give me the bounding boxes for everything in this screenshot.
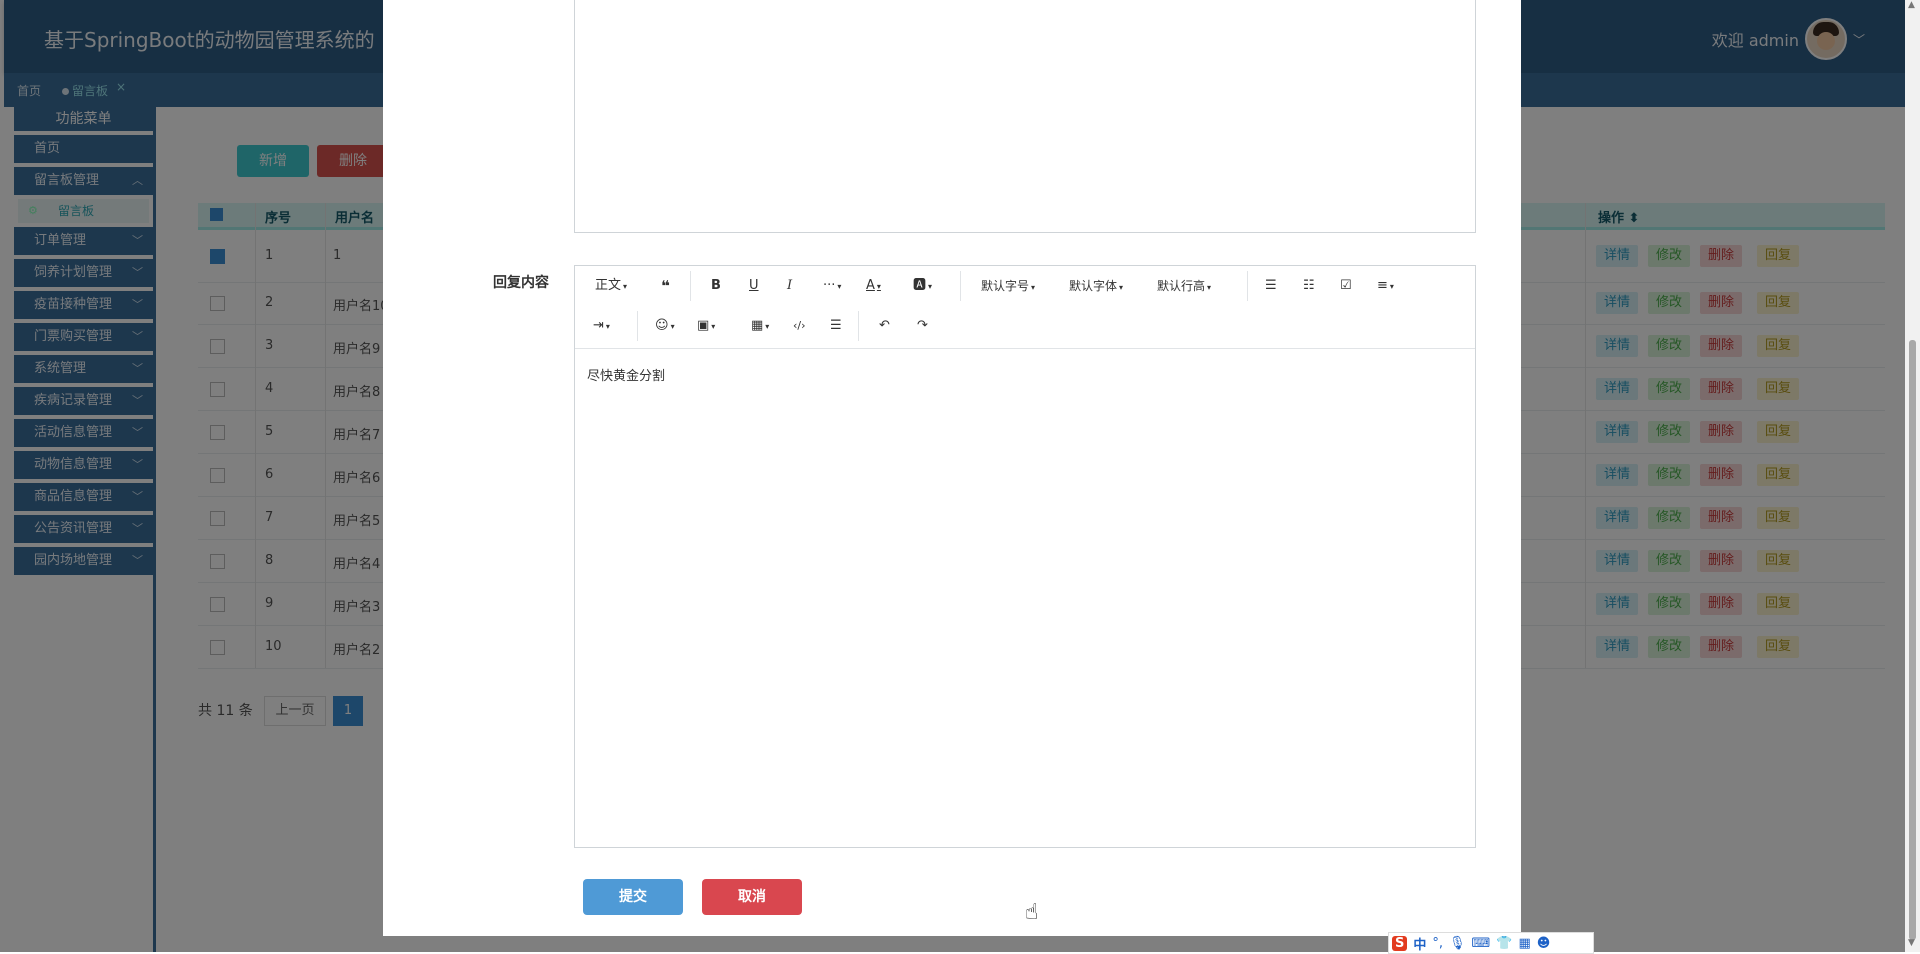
ime-logo-icon[interactable]: S bbox=[1392, 935, 1408, 951]
editor-toolbar: 正文 ▾ ❝ B U I ··· ▾ A ▾ 🅰 ▾ 默认字号 ▾ 默认字体 ▾ 默认行高 ▾… bbox=[575, 266, 1475, 349]
underline-icon[interactable]: U bbox=[749, 274, 759, 298]
scroll-down-icon[interactable]: ▼ bbox=[1908, 938, 1915, 948]
italic-icon[interactable]: I bbox=[787, 274, 792, 298]
caret-down-icon: ▾ bbox=[1119, 283, 1124, 292]
rich-text-editor[interactable]: 正文 ▾ ❝ B U I ··· ▾ A ▾ 🅰 ▾ 默认字号 ▾ 默认字体 ▾ 默认行高 ▾… bbox=[574, 265, 1476, 848]
quote-icon[interactable]: ❝ bbox=[661, 274, 670, 298]
submit-button[interactable]: 提交 bbox=[583, 879, 683, 915]
paragraph-format-label: 正文 bbox=[595, 278, 622, 293]
page-scrollbar[interactable]: ▲ ▼ bbox=[1905, 0, 1920, 952]
toolbar-separator bbox=[690, 271, 691, 301]
divider-icon[interactable]: ☰ bbox=[830, 314, 842, 338]
reply-content-label: 回复内容 bbox=[493, 275, 549, 291]
ime-punctuation-toggle[interactable]: °, bbox=[1432, 936, 1443, 951]
scrollbar-thumb[interactable] bbox=[1909, 340, 1916, 940]
microphone-icon[interactable]: 🎙 bbox=[1449, 936, 1466, 951]
caret-down-icon: ▾ bbox=[1207, 283, 1212, 292]
settings-icon[interactable]: ☻ bbox=[1537, 936, 1551, 951]
skin-icon[interactable]: 👕 bbox=[1496, 936, 1512, 951]
line-height-label: 默认行高 bbox=[1157, 279, 1206, 293]
toolbar-separator bbox=[637, 311, 638, 341]
font-family-select[interactable]: 默认字体 ▾ bbox=[1069, 274, 1123, 298]
content-display-box bbox=[574, 0, 1476, 233]
indent-icon[interactable]: ⇥ ▾ bbox=[593, 314, 610, 338]
font-size-select[interactable]: 默认字号 ▾ bbox=[981, 274, 1035, 298]
bullet-list-icon[interactable]: ☰ bbox=[1265, 274, 1277, 298]
table-icon[interactable]: ▦ ▾ bbox=[751, 314, 769, 338]
hand-cursor-icon: ☝ bbox=[1025, 900, 1039, 925]
ime-toolbar[interactable]: S 中 °, 🎙 ⌨ 👕 ▦ ☻ bbox=[1388, 932, 1594, 954]
line-height-select[interactable]: 默认行高 ▾ bbox=[1157, 274, 1211, 298]
bold-icon[interactable]: B bbox=[711, 274, 721, 298]
page: 基于SpringBoot的动物园管理系统的 欢迎 admin ﹀ 首页 留言板×… bbox=[0, 0, 1920, 954]
align-icon[interactable]: ≡ ▾ bbox=[1377, 274, 1394, 298]
editor-content[interactable]: 尽快黄金分割 bbox=[587, 365, 665, 384]
toolbar-separator bbox=[858, 311, 859, 341]
toolbar-separator bbox=[1247, 271, 1248, 301]
scroll-up-icon[interactable]: ▲ bbox=[1908, 0, 1915, 10]
numbered-list-icon[interactable]: ☷ bbox=[1303, 274, 1315, 298]
cancel-button[interactable]: 取消 bbox=[702, 879, 802, 915]
image-icon[interactable]: ▣ ▾ bbox=[697, 314, 715, 338]
todo-checkbox-icon[interactable]: ☑ bbox=[1340, 274, 1352, 298]
background-color-icon[interactable]: 🅰 ▾ bbox=[913, 274, 932, 298]
redo-icon[interactable]: ↷ bbox=[917, 314, 928, 338]
reply-dialog: 回复内容 正文 ▾ ❝ B U I ··· ▾ A ▾ 🅰 ▾ 默认字号 ▾ 默认字体 ▾ … bbox=[383, 0, 1521, 936]
toolbox-icon[interactable]: ▦ bbox=[1519, 936, 1531, 951]
toolbar-separator bbox=[960, 271, 961, 301]
caret-down-icon: ▾ bbox=[623, 282, 628, 291]
font-color-icon[interactable]: A ▾ bbox=[866, 274, 881, 298]
undo-icon[interactable]: ↶ bbox=[879, 314, 890, 338]
paragraph-format-select[interactable]: 正文 ▾ bbox=[595, 274, 627, 298]
more-icon[interactable]: ··· ▾ bbox=[823, 274, 841, 298]
keyboard-icon[interactable]: ⌨ bbox=[1472, 936, 1491, 951]
emoji-icon[interactable]: ☺ ▾ bbox=[655, 314, 675, 338]
caret-down-icon: ▾ bbox=[1031, 283, 1036, 292]
ime-mode-toggle[interactable]: 中 bbox=[1413, 934, 1426, 953]
font-size-label: 默认字号 bbox=[981, 279, 1030, 293]
code-icon[interactable]: ‹/› bbox=[793, 314, 806, 338]
font-family-label: 默认字体 bbox=[1069, 279, 1118, 293]
